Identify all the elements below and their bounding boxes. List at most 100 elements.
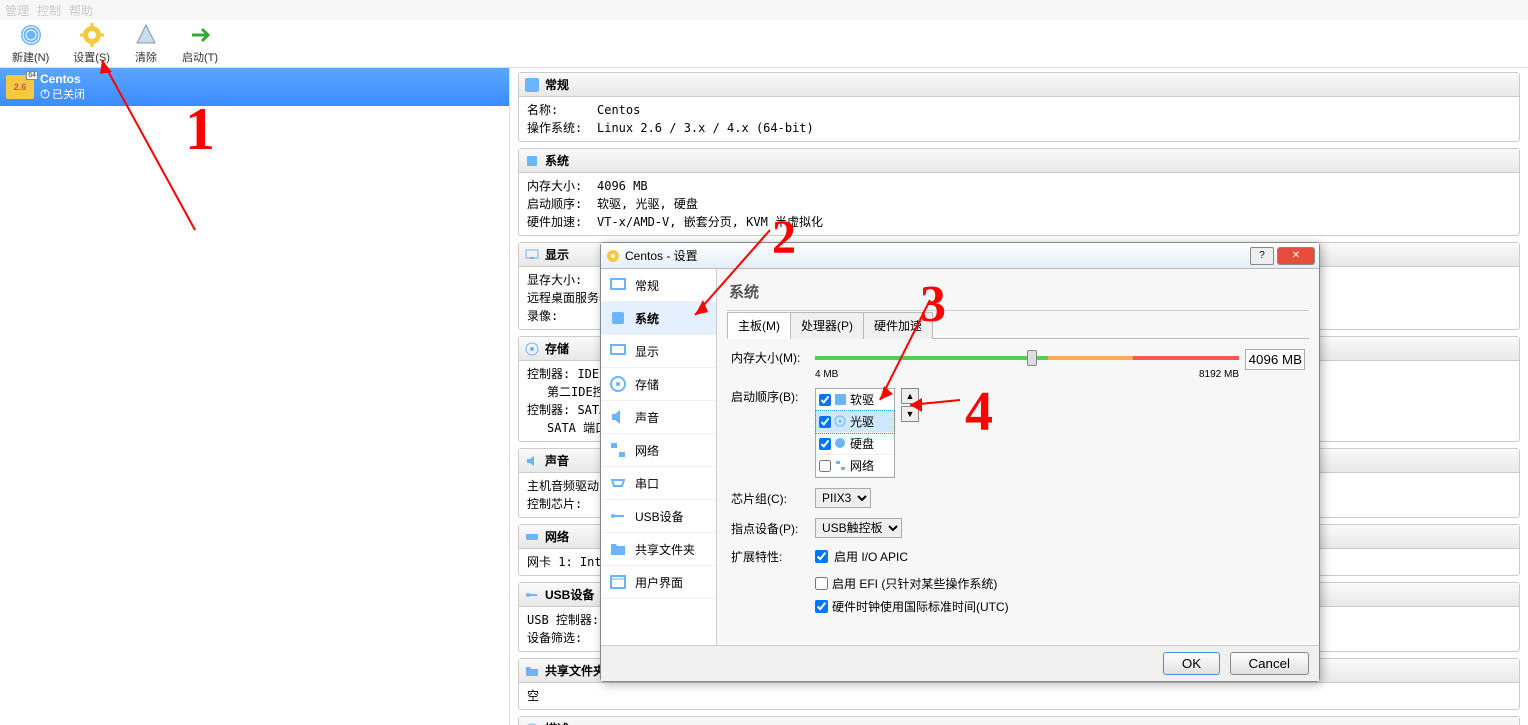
new-button[interactable]: 新建(N) [8,21,53,67]
section-general: 常规 名称:Centos 操作系统:Linux 2.6 / 3.x / 4.x … [518,72,1520,142]
menu-item[interactable]: 控制 [37,2,61,18]
sidebar-item-general[interactable]: 常规 [601,269,716,302]
tab-accel[interactable]: 硬件加速 [863,312,933,339]
memory-field[interactable] [1245,349,1305,370]
sidebar-item-display[interactable]: 显示 [601,335,716,368]
tabs: 主板(M) 处理器(P) 硬件加速 [727,311,1309,339]
boot-check-optical[interactable] [819,416,831,428]
dialog-footer: OK Cancel [601,645,1319,681]
sidebar-item-serial[interactable]: 串口 [601,467,716,500]
settings-label: 设置(S) [73,49,110,65]
menubar: 管理 控制 帮助 [0,0,1528,20]
discard-button[interactable]: 清除 [130,21,162,67]
boot-item-net[interactable]: 网络 [816,455,894,477]
dialog-content: 系统 主板(M) 处理器(P) 硬件加速 内存大小(M): 4 MB8192 M… [717,269,1319,645]
help-button[interactable]: ? [1250,247,1274,265]
boot-check-hd[interactable] [819,438,831,450]
storage-icon [609,375,627,393]
pointing-label: 指点设备(P): [731,520,809,537]
vm-os-icon: 2.6 [6,75,34,99]
menu-item[interactable]: 帮助 [69,2,93,18]
dialog-sidebar: 常规 系统 显示 存储 声音 网络 串口 USB设备 共享文件夹 用户界面 [601,269,717,645]
menu-item[interactable]: 管理 [5,2,29,18]
discard-label: 清除 [135,49,157,65]
toolbar: 新建(N) 设置(S) 清除 启动(T) [0,20,1528,68]
serial-icon [609,474,627,492]
chip-icon [609,309,627,327]
boot-item-hd[interactable]: 硬盘 [816,433,894,455]
efi-checkbox[interactable] [815,577,828,590]
sidebar-item-network[interactable]: 网络 [601,434,716,467]
discard-icon [134,23,158,47]
general-icon [525,78,539,92]
boot-order-list[interactable]: 软驱 光驱 硬盘 网络 [815,388,895,478]
slider-thumb[interactable] [1027,350,1037,366]
tab-processor[interactable]: 处理器(P) [790,312,864,339]
dialog-titlebar[interactable]: Centos - 设置 ? ✕ [601,243,1319,269]
sidebar-item-shared[interactable]: 共享文件夹 [601,533,716,566]
cancel-button[interactable]: Cancel [1230,652,1310,675]
usb-icon [525,588,539,602]
vm-item-centos[interactable]: 2.6 Centos 已关闭 [0,68,509,106]
chipset-label: 芯片组(C): [731,490,809,507]
storage-icon [525,342,539,356]
usb-icon [609,507,627,525]
hd-icon [834,437,847,450]
ioapic-checkbox[interactable] [815,550,828,563]
power-icon [40,89,50,99]
vm-name: Centos [40,72,85,86]
settings-dialog: Centos - 设置 ? ✕ 常规 系统 显示 存储 声音 网络 串口 USB… [600,242,1320,682]
new-icon [19,23,43,47]
ioapic-label: 启用 I/O APIC [834,548,908,565]
folder-icon [609,540,627,558]
start-label: 启动(T) [182,49,218,65]
chipset-select[interactable]: PIIX3 [815,488,871,508]
section-desc: 描述 空 [518,716,1520,725]
display-icon [609,342,627,360]
general-icon [609,276,627,294]
close-button[interactable]: ✕ [1277,247,1315,265]
pointing-select[interactable]: USB触控板 [815,518,902,538]
utc-label: 硬件时钟使用国际标准时间(UTC) [832,598,1009,615]
ok-button[interactable]: OK [1163,652,1220,675]
sidebar-item-system[interactable]: 系统 [601,302,716,335]
chip-icon [525,154,539,168]
audio-icon [609,408,627,426]
boot-check-floppy[interactable] [819,394,831,406]
floppy-icon [834,393,847,406]
memory-slider[interactable]: 4 MB8192 MB [815,349,1239,367]
utc-checkbox[interactable] [815,600,828,613]
start-button[interactable]: 启动(T) [178,21,222,67]
optical-icon [834,415,847,428]
display-icon [525,248,539,262]
network-icon [609,441,627,459]
ext-label: 扩展特性: [731,548,809,565]
efi-label: 启用 EFI (只针对某些操作系统) [832,575,997,592]
sidebar-item-audio[interactable]: 声音 [601,401,716,434]
sidebar-item-usb[interactable]: USB设备 [601,500,716,533]
memory-label: 内存大小(M): [731,349,809,366]
desc-icon [525,722,539,725]
folder-icon [525,664,539,678]
boot-check-net[interactable] [819,460,831,472]
new-label: 新建(N) [12,49,49,65]
audio-icon [525,454,539,468]
boot-item-optical[interactable]: 光驱 [816,411,894,433]
tab-motherboard[interactable]: 主板(M) [727,312,791,339]
gear-icon [80,23,104,47]
boot-move-up[interactable]: ▲ [901,388,919,404]
boot-item-floppy[interactable]: 软驱 [816,389,894,411]
ui-icon [609,573,627,591]
vm-list: 2.6 Centos 已关闭 [0,68,510,725]
boot-move-down[interactable]: ▼ [901,406,919,422]
dialog-title: Centos - 设置 [625,247,1247,264]
gear-icon [605,248,621,264]
content-title: 系统 [727,277,1309,311]
net-icon [834,459,847,472]
sidebar-item-ui[interactable]: 用户界面 [601,566,716,599]
settings-button[interactable]: 设置(S) [69,21,114,67]
start-icon [188,23,212,47]
sidebar-item-storage[interactable]: 存储 [601,368,716,401]
section-system: 系统 内存大小:4096 MB 启动顺序:软驱, 光驱, 硬盘 硬件加速:VT-… [518,148,1520,236]
vm-status: 已关闭 [40,86,85,102]
